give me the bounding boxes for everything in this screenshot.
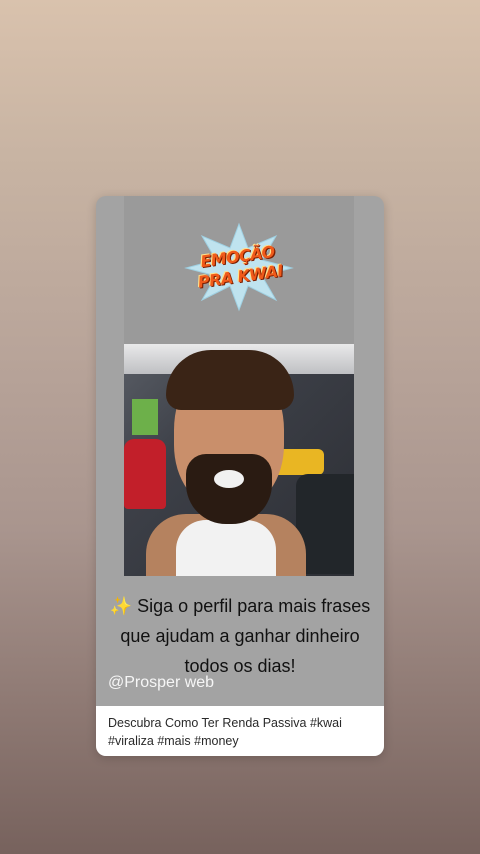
video-red-car	[124, 439, 166, 509]
kwai-sticker: EMOÇÃO PRA KWAI	[184, 222, 294, 312]
person-tank-top	[176, 520, 276, 576]
caption-line-1: Siga o perfil para mais frases	[137, 596, 371, 616]
person-hair	[166, 350, 294, 410]
sticker-area: EMOÇÃO PRA KWAI	[124, 196, 354, 356]
sparkles-icon: ✨	[109, 596, 133, 616]
video-green-wall	[132, 399, 158, 435]
story-card: EMOÇÃO PRA KWAI ✨ Siga o perfil para mai…	[96, 196, 384, 756]
caption-line-2: que ajudam a ganhar dinheiro	[120, 626, 360, 646]
author-handle[interactable]: @Prosper web	[108, 674, 214, 692]
video-frame[interactable]	[124, 344, 354, 576]
description-line-2: #viraliza #mais #money	[108, 734, 239, 748]
caption-text: ✨ Siga o perfil para mais frases que aju…	[96, 591, 384, 681]
description-line-1: Descubra Como Ter Renda Passiva #kwai	[108, 716, 342, 730]
person-mouth	[214, 470, 244, 488]
post-description: Descubra Como Ter Renda Passiva #kwai #v…	[96, 706, 384, 756]
